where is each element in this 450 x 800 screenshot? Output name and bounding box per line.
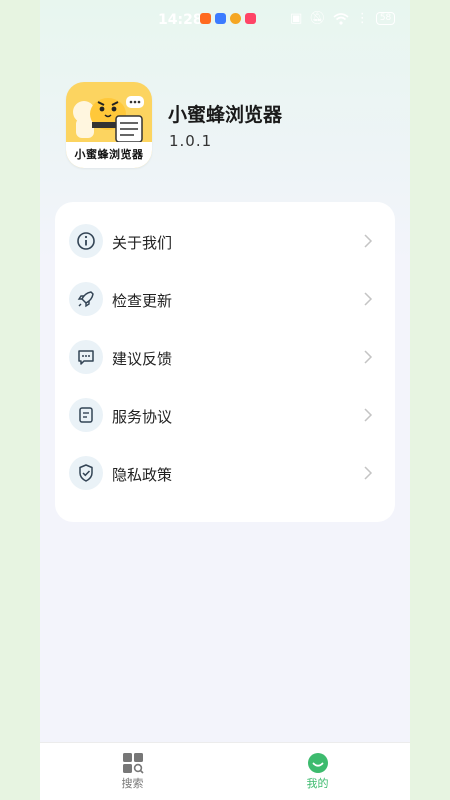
bottom-tab-bar: 搜索 我的 <box>40 742 410 800</box>
menu-item-label: 隐私政策 <box>112 466 173 484</box>
chevron-right-icon <box>364 350 373 364</box>
status-time: 14:28 <box>158 12 203 28</box>
menu-item-privacy-policy[interactable]: 隐私政策 <box>55 445 395 503</box>
mute-icon: 🔕︎ <box>309 11 326 26</box>
wifi-icon <box>333 12 349 25</box>
app-logo: 小蜜蜂浏览器 <box>66 82 152 168</box>
tab-mine-label: 我的 <box>306 777 329 790</box>
system-status-icons: ▣ 🔕︎ ⋮ 58 <box>290 11 396 26</box>
video-app-icon <box>245 13 256 24</box>
app-header: 小蜜蜂浏览器 小蜜蜂浏览器 1.0.1 <box>40 82 410 172</box>
nfc-icon: ▣ <box>290 11 303 26</box>
bee-mascot-icon <box>73 96 144 143</box>
menu-item-label: 服务协议 <box>112 408 173 426</box>
grid-search-icon <box>122 753 144 774</box>
chevron-right-icon <box>364 292 373 306</box>
info-icon <box>69 224 103 258</box>
battery-indicator: 58 <box>375 12 396 25</box>
notification-icons <box>200 13 256 24</box>
shield-check-icon <box>69 456 103 490</box>
weather-app-icon <box>230 13 241 24</box>
menu-item-check-update[interactable]: 检查更新 <box>55 271 395 329</box>
tab-search-label: 搜索 <box>121 777 144 790</box>
chat-bubble-icon <box>69 340 103 374</box>
document-icon <box>69 398 103 432</box>
settings-menu: 关于我们 检查更新 建议反馈 服务协议 隐私政策 <box>55 202 395 522</box>
messaging-app-icon <box>215 13 226 24</box>
chevron-right-icon <box>364 408 373 422</box>
menu-item-service-agreement[interactable]: 服务协议 <box>55 387 395 445</box>
app-logo-caption: 小蜜蜂浏览器 <box>66 142 152 168</box>
smiley-icon <box>307 753 328 773</box>
signal-icon: ⋮ <box>355 11 369 26</box>
app-name: 小蜜蜂浏览器 <box>168 104 283 126</box>
menu-item-feedback[interactable]: 建议反馈 <box>55 329 395 387</box>
menu-item-label: 关于我们 <box>112 234 173 252</box>
tab-search[interactable]: 搜索 <box>40 743 225 800</box>
taobao-app-icon <box>200 13 211 24</box>
app-screen: 14:28 ▣ 🔕︎ ⋮ 58 小蜜蜂浏览器 小蜜蜂浏览器 1.0.1 关于我们… <box>40 0 410 800</box>
status-bar: 14:28 ▣ 🔕︎ ⋮ 58 <box>40 0 410 40</box>
chevron-right-icon <box>364 466 373 480</box>
app-version: 1.0.1 <box>169 132 213 150</box>
chevron-right-icon <box>364 234 373 248</box>
tab-mine[interactable]: 我的 <box>225 743 410 800</box>
menu-item-label: 建议反馈 <box>112 350 173 368</box>
rocket-icon <box>69 282 103 316</box>
menu-item-about[interactable]: 关于我们 <box>55 213 395 271</box>
menu-item-label: 检查更新 <box>112 292 173 310</box>
